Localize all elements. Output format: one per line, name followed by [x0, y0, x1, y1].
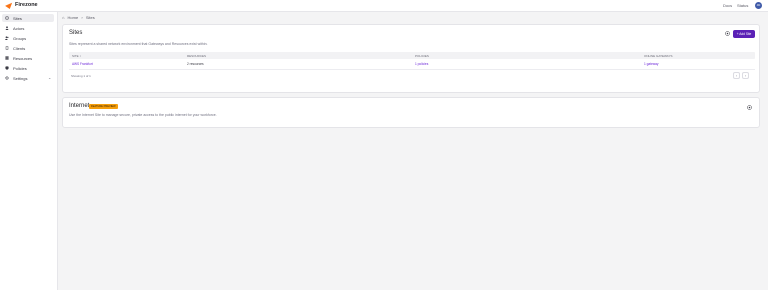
site-link[interactable]: AWS Frankfurt	[72, 62, 93, 66]
top-bar: Firezone Docs Status JD	[0, 0, 768, 12]
column-policies: POLICIES	[415, 54, 429, 58]
sites-icon	[5, 16, 9, 20]
docs-link[interactable]: Docs	[723, 3, 732, 8]
breadcrumb-current: Sites	[85, 15, 95, 20]
sites-card: Sites Sites represent a shared network e…	[62, 24, 760, 93]
column-online-gateways: ONLINE GATEWAYS	[644, 54, 673, 58]
sidebar-item-policies[interactable]: Policies	[2, 64, 54, 72]
shield-icon	[5, 66, 9, 70]
sidebar-item-settings[interactable]: Settings ⌄	[2, 74, 54, 82]
server-icon	[5, 56, 9, 60]
sidebar-item-label: Policies	[13, 66, 27, 71]
sites-title: Sites	[69, 30, 83, 36]
sidebar-item-clients[interactable]: Clients	[2, 44, 54, 52]
add-site-button[interactable]: + Add Site	[733, 30, 755, 38]
internet-title: Internet	[69, 103, 90, 109]
sidebar-item-label: Sites	[13, 16, 22, 21]
help-icon[interactable]	[747, 105, 752, 110]
sites-description: Sites represent a shared network environ…	[69, 42, 208, 46]
avatar[interactable]: JD	[755, 2, 762, 9]
breadcrumb-home[interactable]: Home	[68, 15, 79, 20]
column-site[interactable]: SITE ↕	[72, 54, 81, 58]
sidebar-item-label: Actors	[13, 26, 25, 31]
resources-count: 2 resources	[187, 62, 204, 66]
sidebar-item-label: Clients	[13, 46, 26, 51]
next-page-button[interactable]: ›	[742, 72, 749, 79]
table-header: SITE ↕ RESOURCES POLICIES ONLINE GATEWAY…	[69, 52, 755, 59]
firezone-logo-icon[interactable]	[5, 2, 13, 9]
sidebar-item-resources[interactable]: Resources	[2, 54, 54, 62]
sidebar-item-sites[interactable]: Sites	[2, 14, 54, 22]
sidebar: Sites Actors Groups Clients Resources Po…	[0, 12, 58, 290]
gateways-link[interactable]: 1 gateway	[644, 62, 659, 66]
sidebar-item-label: Resources	[13, 56, 33, 61]
status-link[interactable]: Status	[737, 3, 748, 8]
sidebar-item-label: Settings	[13, 76, 28, 81]
device-icon	[5, 46, 9, 50]
table-row: AWS Frankfurt 2 resources 1 policies 1 g…	[69, 59, 755, 70]
users-icon	[5, 36, 9, 40]
home-icon[interactable]: ⌂	[62, 15, 64, 20]
chevron-down-icon: ⌄	[48, 75, 52, 80]
gear-icon	[5, 76, 9, 80]
sidebar-item-label: Groups	[13, 36, 27, 41]
pagination-status: Showing 1 of 1	[71, 74, 91, 78]
user-icon	[5, 26, 9, 30]
internet-description: Use the Internet Site to manage secure, …	[69, 113, 217, 117]
column-resources: RESOURCES	[187, 54, 207, 58]
sidebar-item-actors[interactable]: Actors	[2, 24, 54, 32]
prev-page-button[interactable]: ‹	[733, 72, 740, 79]
breadcrumb-separator: ›	[81, 15, 83, 20]
help-icon[interactable]	[725, 31, 730, 36]
policies-link[interactable]: 1 policies	[415, 62, 428, 66]
app-name[interactable]: Firezone	[15, 2, 38, 8]
sidebar-item-groups[interactable]: Groups	[2, 34, 54, 42]
internet-card: Internet FEATURE PREVIEW Use the Interne…	[62, 97, 760, 128]
feature-preview-badge: FEATURE PREVIEW	[89, 104, 118, 109]
breadcrumb: ⌂ Home › Sites	[62, 15, 97, 20]
